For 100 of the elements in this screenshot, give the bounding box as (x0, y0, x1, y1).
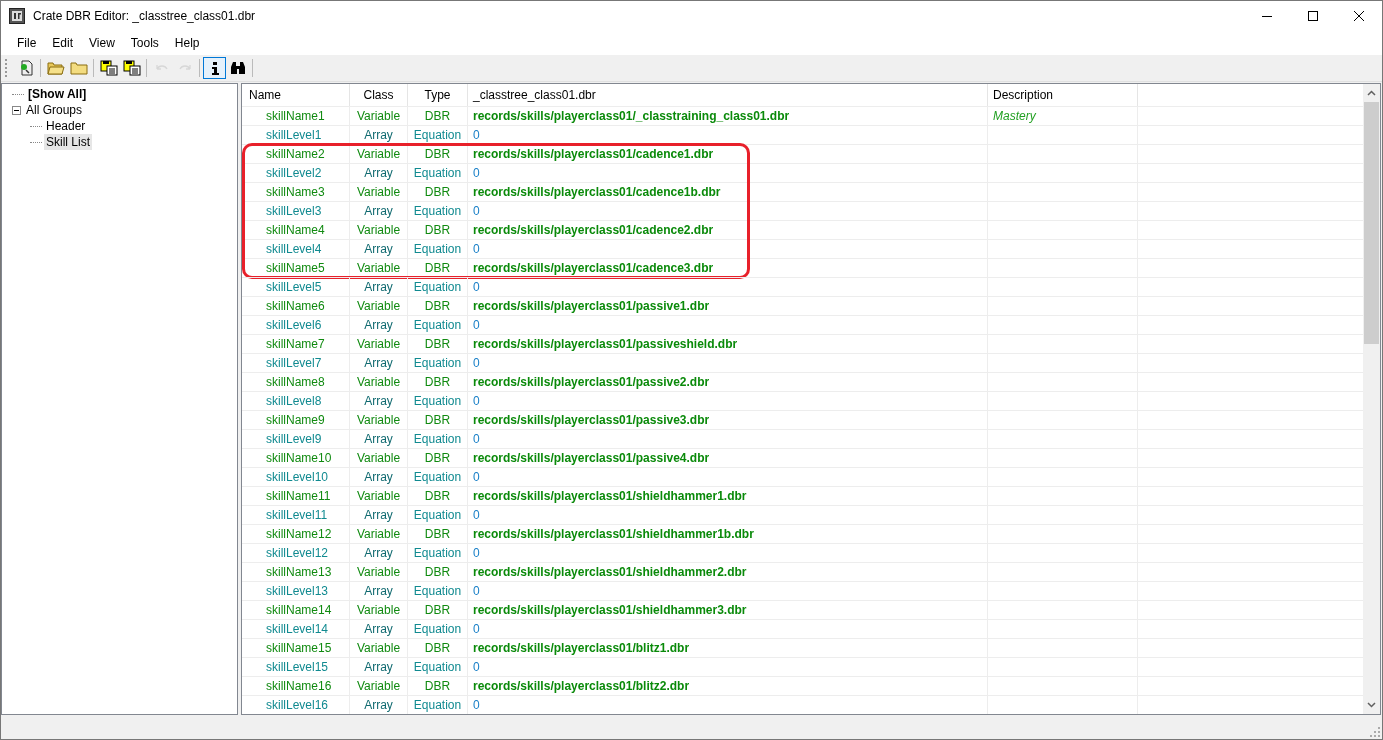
property-description: Mastery (988, 107, 1138, 125)
property-name: skillName10 (242, 449, 350, 467)
binoculars-icon (228, 60, 247, 76)
menu-item[interactable]: Edit (44, 33, 82, 53)
property-class: Array (350, 278, 408, 296)
floppy-disk-icon (99, 60, 118, 76)
column-header[interactable]: Name (242, 84, 350, 106)
property-type: DBR (408, 335, 468, 353)
property-type: DBR (408, 297, 468, 315)
property-name: skillLevel11 (242, 506, 350, 524)
property-name: skillName5 (242, 259, 350, 277)
property-value[interactable]: 0 (468, 126, 988, 144)
tree-item[interactable]: Header (44, 118, 88, 134)
scrollbar-thumb[interactable] (1364, 102, 1379, 344)
property-value[interactable]: records/skills/playerclass01/passive1.dbr (468, 297, 988, 315)
menu-item[interactable]: File (9, 33, 45, 53)
property-class: Variable (350, 297, 408, 315)
property-name: skillLevel4 (242, 240, 350, 258)
property-name: skillLevel14 (242, 620, 350, 638)
tree-item[interactable]: All Groups (24, 102, 85, 118)
property-name: skillName8 (242, 373, 350, 391)
property-name: skillLevel10 (242, 468, 350, 486)
property-class: Array (350, 544, 408, 562)
property-value[interactable]: records/skills/playerclass01/cadence3.dbr (468, 259, 988, 277)
property-value[interactable]: 0 (468, 506, 988, 524)
property-name: skillName11 (242, 487, 350, 505)
property-name: skillLevel16 (242, 696, 350, 714)
property-name: skillName9 (242, 411, 350, 429)
column-header[interactable]: _classtree_class01.dbr (468, 84, 988, 106)
tree-item[interactable]: [Show All] (26, 86, 89, 102)
property-value[interactable]: 0 (468, 202, 988, 220)
property-class: Variable (350, 449, 408, 467)
property-value[interactable]: 0 (468, 240, 988, 258)
menu-item[interactable]: Tools (122, 33, 167, 53)
menu-item[interactable]: View (81, 33, 123, 53)
property-value[interactable]: 0 (468, 620, 988, 638)
property-value[interactable]: 0 (468, 658, 988, 676)
property-value[interactable]: 0 (468, 544, 988, 562)
save-as-button[interactable] (97, 57, 120, 79)
property-value[interactable]: 0 (468, 392, 988, 410)
property-class: Array (350, 506, 408, 524)
property-type: DBR (408, 639, 468, 657)
property-value[interactable]: records/skills/playerclass01/cadence1b.dbr (468, 183, 988, 201)
property-class: Array (350, 240, 408, 258)
scroll-up-icon[interactable] (1367, 90, 1376, 96)
property-value[interactable]: 0 (468, 696, 988, 714)
toolbar-grip (5, 59, 10, 77)
resize-grip-icon[interactable] (1370, 727, 1380, 737)
property-type: DBR (408, 183, 468, 201)
property-type: Equation (408, 316, 468, 334)
property-value[interactable]: records/skills/playerclass01/cadence2.dbr (468, 221, 988, 239)
menu-item[interactable]: Help (166, 33, 208, 53)
property-value[interactable]: records/skills/playerclass01/shieldhammer1.dbr (468, 487, 988, 505)
property-type: DBR (408, 107, 468, 125)
property-value[interactable]: records/skills/playerclass01/shieldhammer3.dbr (468, 601, 988, 619)
floppy-disk-icon (122, 60, 141, 76)
column-header[interactable]: Class (350, 84, 408, 106)
property-value[interactable]: records/skills/playerclass01/blitz1.dbr (468, 639, 988, 657)
property-value[interactable]: records/skills/playerclass01/passive3.dbr (468, 411, 988, 429)
property-value[interactable]: records/skills/playerclass01/passive4.dbr (468, 449, 988, 467)
property-value[interactable]: records/skills/playerclass01/cadence1.dbr (468, 145, 988, 163)
property-value[interactable]: 0 (468, 430, 988, 448)
property-value[interactable]: 0 (468, 164, 988, 182)
save-all-button[interactable] (120, 57, 143, 79)
property-type: DBR (408, 563, 468, 581)
tree-item[interactable]: Skill List (44, 134, 92, 150)
property-value[interactable]: records/skills/playerclass01/passiveshield.dbr (468, 335, 988, 353)
info-button[interactable] (203, 57, 226, 79)
property-value[interactable]: records/skills/playerclass01/shieldhammer1b.dbr (468, 525, 988, 543)
property-name: skillLevel7 (242, 354, 350, 372)
property-class: Array (350, 392, 408, 410)
collapse-icon[interactable] (12, 105, 21, 115)
maximize-icon (1308, 11, 1318, 21)
property-value[interactable]: 0 (468, 468, 988, 486)
property-type: Equation (408, 278, 468, 296)
property-type: DBR (408, 677, 468, 695)
column-header[interactable]: Type (408, 84, 468, 106)
property-value[interactable]: records/skills/playerclass01/shieldhammer2.dbr (468, 563, 988, 581)
window-title: Crate DBR Editor: _classtree_class01.dbr (33, 9, 256, 23)
property-value[interactable]: 0 (468, 278, 988, 296)
redo-icon (178, 64, 191, 72)
property-type: DBR (408, 221, 468, 239)
property-value[interactable]: 0 (468, 582, 988, 600)
property-value[interactable]: records/skills/playerclass01/passive2.dbr (468, 373, 988, 391)
property-value[interactable]: records/skills/playerclass01/blitz2.dbr (468, 677, 988, 695)
property-class: Variable (350, 107, 408, 125)
property-value[interactable]: 0 (468, 354, 988, 372)
property-class: Array (350, 126, 408, 144)
scroll-down-icon[interactable] (1367, 702, 1376, 708)
property-name: skillName12 (242, 525, 350, 543)
property-class: Variable (350, 373, 408, 391)
folder-icon (69, 60, 88, 76)
property-class: Variable (350, 639, 408, 657)
property-name: skillName6 (242, 297, 350, 315)
property-type: Equation (408, 544, 468, 562)
column-header[interactable]: Description (988, 84, 1138, 106)
property-value[interactable]: records/skills/playerclass01/_classtraining_class01.dbr (468, 107, 988, 125)
property-name: skillLevel12 (242, 544, 350, 562)
property-value[interactable]: 0 (468, 316, 988, 334)
vertical-scrollbar[interactable] (1363, 84, 1380, 714)
